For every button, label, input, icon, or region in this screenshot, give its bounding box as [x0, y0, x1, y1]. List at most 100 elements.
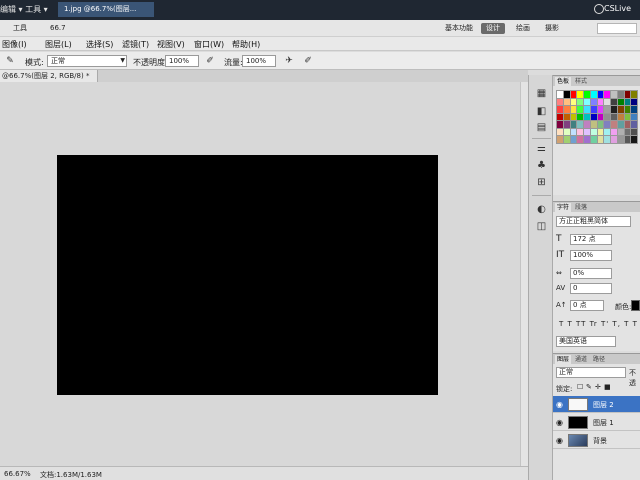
color-swatch[interactable]: [611, 121, 617, 128]
pressure-size-icon[interactable]: ✐: [302, 55, 314, 67]
tab-swatches[interactable]: 色板: [555, 77, 572, 86]
strip-zoom-value[interactable]: 66.7: [45, 23, 71, 34]
color-swatch[interactable]: [584, 136, 590, 143]
history-icon[interactable]: ▤: [535, 121, 548, 134]
color-swatch[interactable]: [611, 113, 617, 121]
histogram-icon[interactable]: ▦: [535, 87, 548, 100]
visibility-eye-icon[interactable]: ◉: [556, 436, 563, 445]
color-swatch[interactable]: [577, 121, 583, 128]
baseline-field[interactable]: 0 点: [570, 300, 604, 311]
color-swatch[interactable]: [563, 98, 570, 106]
color-swatch[interactable]: [570, 98, 577, 106]
color-swatch[interactable]: [577, 128, 583, 136]
color-swatch[interactable]: [557, 98, 563, 106]
color-swatch[interactable]: [631, 106, 637, 113]
menu-view[interactable]: 视图(V): [157, 39, 185, 50]
airbrush-icon[interactable]: ✈: [283, 55, 295, 67]
color-swatch[interactable]: [590, 98, 597, 106]
scale-field[interactable]: 100%: [570, 250, 612, 261]
color-swatch[interactable]: [590, 128, 597, 136]
workspace-photography[interactable]: 摄影: [540, 23, 564, 34]
color-swatch[interactable]: [584, 91, 590, 98]
color-swatch[interactable]: [624, 128, 631, 136]
color-swatch[interactable]: [557, 113, 563, 121]
color-swatch[interactable]: [570, 113, 577, 121]
opacity-field[interactable]: 100%: [165, 55, 199, 67]
menu-image[interactable]: 图像(I): [2, 39, 27, 50]
color-swatch[interactable]: [577, 98, 583, 106]
tab-character[interactable]: 字符: [555, 203, 572, 212]
color-icon[interactable]: ◐: [535, 203, 548, 216]
color-swatch[interactable]: [604, 128, 610, 136]
color-swatch[interactable]: [617, 113, 624, 121]
menu-window[interactable]: 窗口(W): [194, 39, 224, 50]
menu-filter[interactable]: 滤镜(T): [122, 39, 149, 50]
color-swatch[interactable]: [611, 106, 617, 113]
color-swatch[interactable]: [563, 91, 570, 98]
lock-transparent-icon[interactable]: ☐: [577, 382, 583, 393]
tab-paths[interactable]: 路径: [591, 355, 607, 364]
color-swatch[interactable]: [597, 106, 604, 113]
menu-select[interactable]: 选择(S): [86, 39, 113, 50]
color-swatch[interactable]: [563, 106, 570, 113]
tracking-field[interactable]: 0%: [570, 268, 612, 279]
color-swatch[interactable]: [624, 121, 631, 128]
kerning-field[interactable]: 0: [570, 283, 612, 294]
color-swatch[interactable]: [557, 91, 563, 98]
color-swatch[interactable]: [617, 128, 624, 136]
color-swatch[interactable]: [597, 121, 604, 128]
document-tab[interactable]: @66.7%(图层 2, RGB/8) *: [0, 70, 98, 82]
menu-help[interactable]: 帮助(H): [232, 39, 260, 50]
color-swatch[interactable]: [590, 136, 597, 143]
color-swatch[interactable]: [631, 113, 637, 121]
color-swatch[interactable]: [557, 106, 563, 113]
color-swatch[interactable]: [584, 128, 590, 136]
cslive-icon[interactable]: [594, 4, 604, 14]
pressure-opacity-icon[interactable]: ✐: [204, 55, 216, 67]
status-zoom[interactable]: 66.67%: [4, 470, 31, 478]
color-swatch[interactable]: [570, 128, 577, 136]
color-swatch[interactable]: [570, 136, 577, 143]
workspace-essentials[interactable]: 基本功能: [440, 23, 478, 34]
tab-channels[interactable]: 通道: [573, 355, 589, 364]
document-canvas[interactable]: [57, 155, 438, 395]
color-swatch[interactable]: [597, 113, 604, 121]
color-swatch[interactable]: [590, 113, 597, 121]
visibility-eye-icon[interactable]: ◉: [556, 418, 563, 427]
lock-position-icon[interactable]: ✛: [595, 382, 601, 393]
workspace-painting[interactable]: 绘画: [511, 23, 535, 34]
color-swatch[interactable]: [597, 136, 604, 143]
color-swatch[interactable]: [617, 98, 624, 106]
layer-row-2[interactable]: ◉ 图层 2: [553, 396, 640, 413]
lock-all-icon[interactable]: ■: [604, 382, 611, 393]
tool-presets-icon[interactable]: ⊞: [535, 176, 548, 189]
color-swatch[interactable]: [563, 121, 570, 128]
language-select[interactable]: 美国英语: [556, 336, 616, 347]
color-swatch[interactable]: [577, 113, 583, 121]
color-swatch[interactable]: [577, 91, 583, 98]
color-swatch[interactable]: [570, 106, 577, 113]
brush-preset-icon[interactable]: ✎: [4, 55, 16, 67]
visibility-eye-icon[interactable]: ◉: [556, 400, 563, 409]
color-swatch[interactable]: [577, 136, 583, 143]
canvas-workspace[interactable]: [0, 82, 528, 466]
flow-field[interactable]: 100%: [242, 55, 276, 67]
color-swatch[interactable]: [604, 98, 610, 106]
color-swatch[interactable]: [631, 91, 637, 98]
type-style-buttons[interactable]: T T TT Tr T' T, T T: [559, 320, 638, 332]
color-swatch[interactable]: [557, 136, 563, 143]
clone-source-icon[interactable]: ♣: [535, 159, 548, 172]
tab-styles[interactable]: 样式: [573, 77, 589, 86]
color-swatch[interactable]: [624, 106, 631, 113]
tab-paragraph[interactable]: 段落: [573, 203, 589, 212]
layer-row-background[interactable]: ◉ 背景: [553, 432, 640, 449]
adjustments-icon[interactable]: ◫: [535, 220, 548, 233]
color-swatch[interactable]: [617, 136, 624, 143]
vertical-scrollbar[interactable]: [520, 82, 528, 466]
color-swatch[interactable]: [631, 121, 637, 128]
color-swatch[interactable]: [611, 98, 617, 106]
tab-layers[interactable]: 图层: [555, 355, 572, 364]
color-swatch[interactable]: [590, 121, 597, 128]
color-swatch[interactable]: [604, 113, 610, 121]
font-size-field[interactable]: 172 点: [570, 234, 612, 245]
